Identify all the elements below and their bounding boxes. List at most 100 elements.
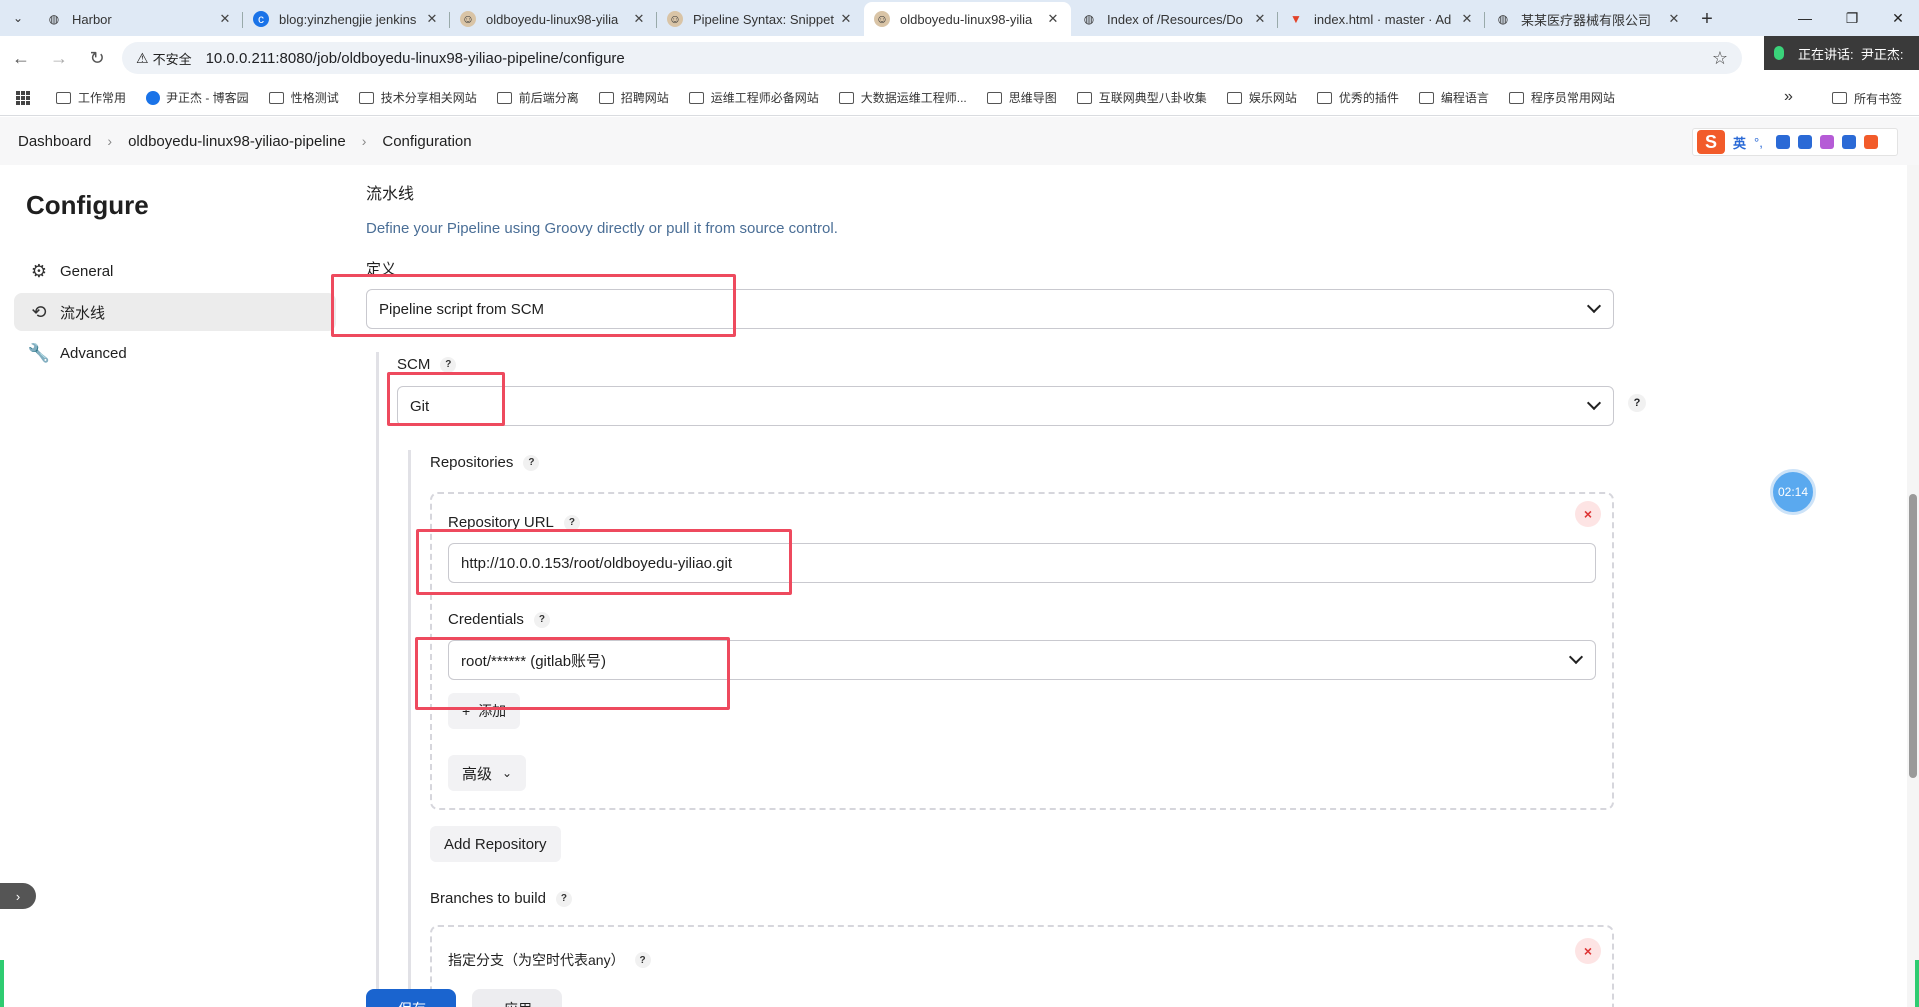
highlight-box-credentials <box>415 637 730 710</box>
ime-language[interactable]: 英 <box>1733 133 1746 152</box>
remove-branch-button[interactable]: × <box>1575 938 1601 964</box>
bookmark-folder[interactable]: 优秀的插件 <box>1316 89 1399 106</box>
browser-tab[interactable]: ▼ index.html · master · Ad ✕ <box>1278 2 1485 36</box>
bookmark-star-icon[interactable]: ☆ <box>1712 48 1728 69</box>
add-repository-button[interactable]: Add Repository <box>430 826 561 862</box>
chevron-down-icon <box>1586 395 1602 411</box>
highlight-box-definition <box>331 274 736 337</box>
scm-help-icon[interactable]: ? <box>1628 394 1646 412</box>
close-tab-icon[interactable]: ✕ <box>1252 11 1268 27</box>
bookmark-link[interactable]: 尹正杰 - 博客园 <box>146 89 249 106</box>
page-title: Configure <box>26 190 149 220</box>
reload-icon[interactable]: ↻ <box>80 41 114 75</box>
close-tab-icon[interactable]: ✕ <box>1045 11 1061 27</box>
breadcrumb-job[interactable]: oldboyedu-linux98-yiliao-pipeline <box>128 133 346 150</box>
microphone-icon <box>1774 46 1784 60</box>
close-window-button[interactable]: ✕ <box>1868 0 1919 36</box>
close-tab-icon[interactable]: ✕ <box>1666 11 1682 27</box>
url-text[interactable]: 10.0.0.211:8080/job/oldboyedu-linux98-yi… <box>206 50 625 67</box>
browser-tab[interactable]: ◍ 某某医疗器械有限公司 ✕ <box>1485 2 1692 36</box>
help-icon[interactable]: ? <box>555 890 572 907</box>
blog-icon: c <box>253 11 269 27</box>
browser-tab[interactable]: ◍ Harbor ✕ <box>36 2 243 36</box>
bookmark-folder[interactable]: 程序员常用网站 <box>1508 89 1615 106</box>
bookmark-folder[interactable]: 运维工程师必备网站 <box>688 89 819 106</box>
close-tab-icon[interactable]: ✕ <box>1459 11 1475 27</box>
advanced-toggle-button[interactable]: 高级 ⌄ <box>448 755 527 791</box>
recording-timer[interactable]: 02:14 <box>1770 469 1816 515</box>
bookmark-folder[interactable]: 互联网典型八卦收集 <box>1076 89 1207 106</box>
bookmark-folder[interactable]: 编程语言 <box>1418 89 1489 106</box>
close-tab-icon[interactable]: ✕ <box>631 11 647 27</box>
breadcrumb-configuration[interactable]: Configuration <box>382 133 471 150</box>
gear-icon: ⚙ <box>30 260 48 281</box>
apply-button[interactable]: 应用 <box>472 989 562 1007</box>
close-tab-icon[interactable]: ✕ <box>424 11 440 27</box>
keyboard-icon[interactable] <box>1798 135 1813 149</box>
folder-icon <box>1316 91 1332 104</box>
close-tab-icon[interactable]: ✕ <box>217 11 233 27</box>
section-description: Define your Pipeline using Groovy direct… <box>366 220 838 237</box>
highlight-box-scm <box>387 372 505 426</box>
more-tools-icon[interactable] <box>1864 135 1879 149</box>
skin-icon[interactable] <box>1820 135 1835 149</box>
folder-icon <box>1508 91 1524 104</box>
security-indicator[interactable]: ⚠ 不安全 <box>136 49 192 68</box>
address-bar-row: ← → ↻ ⚠ 不安全 10.0.0.211:8080/job/oldboyedu… <box>0 36 1919 80</box>
bookmark-folder[interactable]: 招聘网站 <box>598 89 669 106</box>
folder-icon <box>986 91 1002 104</box>
section-title: 流水线 <box>366 186 415 203</box>
bookmark-folder[interactable]: 大数据运维工程师... <box>838 89 967 106</box>
screen-border-left <box>0 960 4 1007</box>
chevron-down-icon <box>1568 649 1584 665</box>
sidebar-item-general[interactable]: ⚙ General <box>14 252 336 290</box>
forward-icon[interactable]: → <box>42 41 76 75</box>
microphone-icon[interactable] <box>1776 135 1791 149</box>
browser-tab[interactable]: ☺ oldboyedu-linux98-yilia ✕ <box>450 2 657 36</box>
browser-tab[interactable]: ◍ Index of /Resources/Do ✕ <box>1071 2 1278 36</box>
bookmark-folder[interactable]: 前后端分离 <box>496 89 579 106</box>
help-icon[interactable]: ? <box>634 952 651 968</box>
warning-icon: ⚠ <box>136 49 149 66</box>
scrollbar-thumb[interactable] <box>1909 494 1917 778</box>
sidebar-item-pipeline[interactable]: ⟲ 流水线 <box>14 293 336 331</box>
remove-repository-button[interactable]: × <box>1575 501 1601 527</box>
browser-tab[interactable]: ☺ Pipeline Syntax: Snippet ✕ <box>657 2 864 36</box>
jenkins-icon: ☺ <box>874 11 890 27</box>
bookmark-folder[interactable]: 思维导图 <box>986 89 1057 106</box>
expand-panel-chevron-icon[interactable]: › <box>0 883 36 909</box>
tab-search-chevron-icon[interactable]: ⌄ <box>0 0 36 36</box>
git-indent-bar <box>408 450 411 1007</box>
wrench-icon: 🔧 <box>27 342 51 363</box>
sidebar-item-advanced[interactable]: 🔧 Advanced <box>14 334 336 372</box>
save-button[interactable]: 保存 <box>366 989 456 1007</box>
folder-icon <box>268 91 284 104</box>
repositories-label: Repositories ? <box>430 454 540 471</box>
ime-toolbar[interactable]: S 英 °, <box>1692 128 1898 156</box>
bookmark-folder[interactable]: 技术分享相关网站 <box>358 89 477 106</box>
more-bookmarks-icon[interactable]: » <box>1784 88 1793 106</box>
toolbox-icon[interactable] <box>1842 135 1857 149</box>
folder-icon <box>496 91 512 104</box>
bookmark-folder[interactable]: 娱乐网站 <box>1226 89 1297 106</box>
close-tab-icon[interactable]: ✕ <box>838 11 854 27</box>
browser-tab[interactable]: c blog:yinzhengjie jenkins ✕ <box>243 2 450 36</box>
folder-icon <box>358 91 374 104</box>
all-bookmarks-folder[interactable]: 所有书签 <box>1832 80 1902 116</box>
new-tab-button[interactable]: + <box>1692 2 1722 36</box>
help-icon[interactable]: ? <box>533 611 550 628</box>
folder-icon <box>688 91 704 104</box>
url-omnibox[interactable]: ⚠ 不安全 10.0.0.211:8080/job/oldboyedu-linux… <box>122 42 1742 74</box>
browser-tab-active[interactable]: ☺ oldboyedu-linux98-yilia ✕ <box>864 2 1071 36</box>
back-icon[interactable]: ← <box>4 41 38 75</box>
bookmark-folder[interactable]: 性格测试 <box>268 89 339 106</box>
help-icon[interactable]: ? <box>523 454 540 471</box>
scm-select[interactable]: Git <box>397 386 1614 426</box>
folder-icon <box>838 91 854 104</box>
punctuation-icon[interactable]: °, <box>1754 135 1769 150</box>
help-icon[interactable]: ? <box>440 356 457 373</box>
breadcrumb-dashboard[interactable]: Dashboard <box>18 133 91 150</box>
bookmark-folder[interactable]: 工作常用 <box>56 89 126 106</box>
apps-grid-icon[interactable] <box>16 90 30 105</box>
folder-icon <box>56 91 71 104</box>
